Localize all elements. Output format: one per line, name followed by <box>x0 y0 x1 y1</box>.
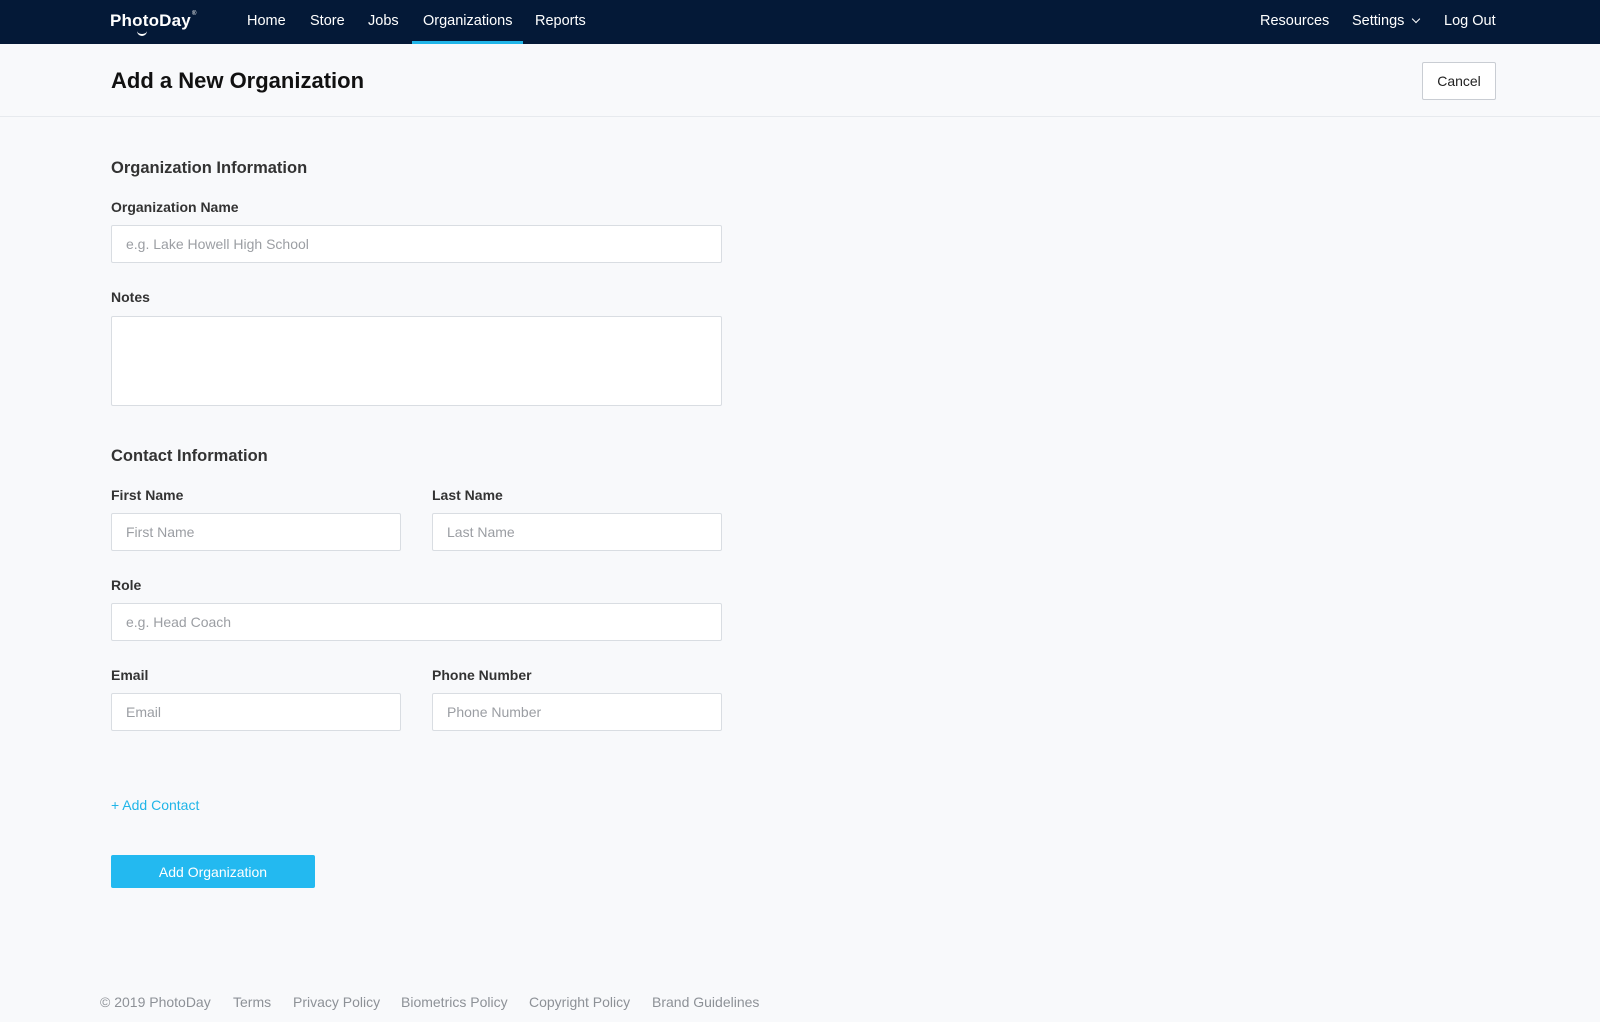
first-name-input[interactable] <box>111 513 401 551</box>
role-label: Role <box>111 577 142 593</box>
page-header: Add a New Organization Cancel <box>0 44 1600 117</box>
logo-registered-mark: ® <box>191 11 197 17</box>
cancel-button[interactable]: Cancel <box>1422 62 1496 100</box>
footer-link-privacy-policy[interactable]: Privacy Policy <box>293 994 380 1010</box>
top-nav: PhotoDay® Home Store Jobs Organizations … <box>0 0 1600 44</box>
nav-jobs[interactable]: Jobs <box>368 0 399 44</box>
notes-textarea[interactable] <box>111 316 722 406</box>
last-name-label: Last Name <box>432 487 503 503</box>
chevron-down-icon <box>1412 14 1421 24</box>
contact-information-heading: Contact Information <box>111 447 268 465</box>
nav-reports[interactable]: Reports <box>535 0 586 44</box>
logo-smile-icon <box>137 31 147 36</box>
nav-home[interactable]: Home <box>247 0 286 44</box>
email-label: Email <box>111 667 149 683</box>
add-organization-button[interactable]: Add Organization <box>111 855 315 888</box>
email-input[interactable] <box>111 693 401 731</box>
footer-link-brand-guidelines[interactable]: Brand Guidelines <box>652 994 759 1010</box>
nav-settings[interactable]: Settings <box>1352 0 1421 44</box>
nav-organizations[interactable]: Organizations <box>411 0 524 44</box>
notes-label: Notes <box>111 289 150 305</box>
footer-link-biometrics-policy[interactable]: Biometrics Policy <box>401 994 508 1010</box>
organization-name-input[interactable] <box>111 225 722 263</box>
phone-number-input[interactable] <box>432 693 722 731</box>
organization-information-heading: Organization Information <box>111 159 308 177</box>
role-input[interactable] <box>111 603 722 641</box>
nav-store[interactable]: Store <box>310 0 345 44</box>
footer-copyright: © 2019 PhotoDay <box>100 994 211 1010</box>
nav-resources[interactable]: Resources <box>1260 0 1329 44</box>
nav-logout[interactable]: Log Out <box>1444 0 1496 44</box>
nav-settings-label: Settings <box>1352 13 1405 29</box>
page-title: Add a New Organization <box>111 68 365 93</box>
phone-number-label: Phone Number <box>432 667 532 683</box>
last-name-input[interactable] <box>432 513 722 551</box>
photoday-logo[interactable]: PhotoDay® <box>110 11 197 36</box>
first-name-label: First Name <box>111 487 184 503</box>
logo-text: PhotoDay <box>110 11 191 30</box>
footer-link-copyright-policy[interactable]: Copyright Policy <box>529 994 630 1010</box>
organization-name-label: Organization Name <box>111 199 239 215</box>
add-contact-link[interactable]: + Add Contact <box>111 797 199 813</box>
footer-link-terms[interactable]: Terms <box>233 994 271 1010</box>
